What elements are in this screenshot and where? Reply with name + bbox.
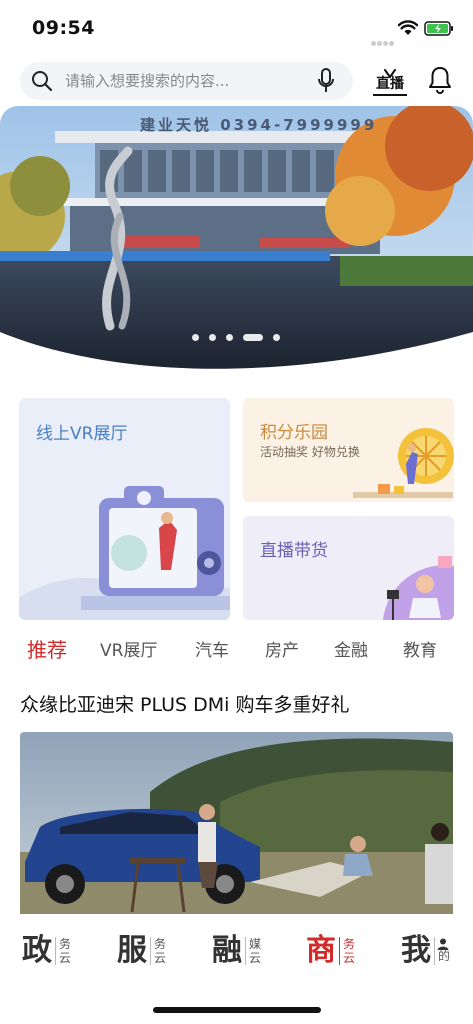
tab-auto[interactable]: 汽车 (195, 636, 229, 661)
car-promo-photo (20, 732, 453, 914)
tab-education[interactable]: 教育 (403, 636, 437, 661)
carousel-dot-active[interactable] (243, 334, 263, 341)
nav-small-text: 务云 (343, 937, 356, 965)
nav-small-text: 媒云 (249, 937, 262, 965)
category-tabs: 推荐 VR展厅 汽车 房产 金融 教育 (0, 634, 473, 664)
nav-big-char: 融 (212, 933, 242, 968)
nav-big-char: 商 (306, 933, 336, 968)
status-time: 09:54 (32, 17, 95, 39)
nav-small-text: 的 (438, 949, 451, 963)
live-shopping-card[interactable]: 直播带货 (243, 516, 454, 620)
home-indicator (153, 1007, 321, 1013)
tab-finance[interactable]: 金融 (334, 636, 368, 661)
battery-icon (424, 21, 454, 40)
search-icon (31, 70, 53, 96)
banner-sign-text: 建业天悦 0394-7999999 (140, 116, 378, 134)
live-button[interactable]: 直播 (372, 64, 408, 98)
microphone-icon[interactable] (317, 68, 335, 98)
notification-bell-icon[interactable] (428, 66, 452, 98)
status-bar: 09:54 (0, 0, 473, 56)
camera-illustration (19, 486, 230, 620)
carousel-dot[interactable] (209, 334, 216, 341)
nav-big-char: 服 (117, 933, 147, 968)
article-title[interactable]: 众缘比亚迪宋 PLUS DMi 购车多重好礼 (20, 690, 460, 717)
nav-media-cloud[interactable]: 融 媒云 (212, 932, 264, 972)
banner-carousel[interactable]: 建业天悦 0394-7999999 (0, 106, 473, 370)
tab-vr-showroom[interactable]: VR展厅 (100, 636, 157, 661)
carousel-dot[interactable] (273, 334, 280, 341)
tab-recommended[interactable]: 推荐 (27, 634, 67, 663)
nav-government-cloud[interactable]: 政 务云 (22, 932, 74, 972)
banner-image (0, 106, 473, 370)
points-park-subtitle: 活动抽奖 好物兑换 (260, 445, 360, 459)
article-image[interactable] (20, 732, 453, 914)
carousel-dot[interactable] (226, 334, 233, 341)
nav-mine[interactable]: 我 的 (401, 932, 453, 972)
search-bar[interactable] (20, 62, 353, 100)
nav-big-char: 我 (401, 933, 431, 968)
live-shopping-title: 直播带货 (260, 541, 328, 561)
live-label: 直播 (373, 74, 407, 96)
cellular-signal-icon (371, 31, 395, 46)
carousel-dot[interactable] (192, 334, 199, 341)
vr-showroom-card[interactable]: 线上VR展厅 (19, 398, 230, 620)
points-park-card[interactable]: 积分乐园 活动抽奖 好物兑换 (243, 398, 454, 502)
search-input[interactable] (65, 68, 305, 94)
points-park-title: 积分乐园 (260, 423, 328, 443)
nav-small-text: 务云 (154, 937, 167, 965)
nav-business-cloud[interactable]: 商 务云 (306, 932, 358, 972)
nav-service-cloud[interactable]: 服 务云 (117, 932, 169, 972)
nav-small-text: 务云 (59, 937, 72, 965)
tab-real-estate[interactable]: 房产 (265, 636, 299, 661)
live-streamer-illustration (383, 556, 454, 620)
prize-wheel-illustration (353, 428, 454, 498)
nav-big-char: 政 (22, 933, 52, 968)
wifi-icon (397, 20, 419, 40)
bottom-navigation: 政 务云 服 务云 融 媒云 商 务云 我 的 (0, 914, 473, 1024)
vr-showroom-title: 线上VR展厅 (36, 424, 128, 444)
